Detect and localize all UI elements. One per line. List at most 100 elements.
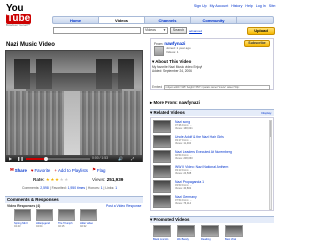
- history-link[interactable]: History: [231, 4, 242, 8]
- view-count: Views: 251,939: [92, 177, 123, 182]
- subscribe-button[interactable]: Subscribe: [244, 40, 270, 47]
- thumbnail-image: [177, 225, 195, 237]
- top-links: Sign Up My Account History Help Log In S…: [192, 4, 276, 8]
- related-videos-list: Nazi song 07:36 From: ... Views: 168,021 U…: [150, 117, 274, 211]
- thumbnail-image: [153, 135, 171, 148]
- thumb-caption: Best Viral: [225, 238, 237, 241]
- video-frame[interactable]: [6, 51, 142, 155]
- volume-icon[interactable]: 🔊: [118, 156, 123, 161]
- more-from-header[interactable]: ▸ More From: nawfynazi: [150, 100, 274, 107]
- list-item[interactable]: Nazi Leaders Executed At Nuremberg 02:54 …: [153, 150, 263, 164]
- promoted-thumb[interactable]: Reading: [201, 225, 219, 241]
- thumbnail-image: [153, 165, 171, 178]
- links-count[interactable]: 1: [115, 186, 117, 190]
- related-views: Views: 208,060: [175, 157, 193, 160]
- list-item[interactable]: Uncle Adolf & the Nazi Hair Girls 03:17 F…: [153, 135, 263, 149]
- flag-icon: ⚑: [91, 167, 96, 172]
- favorited-count: 1,950 times: [67, 186, 86, 190]
- related-videos-header[interactable]: ▾ Related Videos Display:: [150, 109, 274, 116]
- related-views: Views: 40,802: [175, 187, 192, 190]
- log-in-link[interactable]: Log In: [256, 4, 266, 8]
- progress-knob[interactable]: [44, 156, 49, 161]
- sign-up-link[interactable]: Sign Up: [194, 4, 207, 8]
- thumbnail-image: [58, 209, 75, 221]
- time-readout: 0:00 / 1:53: [92, 156, 109, 160]
- flag-button[interactable]: ⚑ Flag: [92, 167, 105, 173]
- search-button[interactable]: Search: [170, 27, 187, 34]
- related-videos-title: Related Videos: [153, 110, 185, 115]
- favorite-button[interactable]: ♥ Favorite: [31, 167, 50, 173]
- pause-icon[interactable]: ❚❚: [17, 156, 24, 161]
- comments-count[interactable]: 2,598: [40, 186, 49, 190]
- help-link[interactable]: Help: [245, 4, 252, 8]
- promoted-thumb[interactable]: Best Viral: [225, 225, 243, 241]
- related-meta: 07:54 From: ... Views: 76,114: [175, 199, 192, 205]
- youtube-logo[interactable]: YouTube Broadcast Yourself™: [6, 3, 48, 27]
- scrollbar-thumb[interactable]: [270, 121, 271, 137]
- tab-home[interactable]: Home: [53, 17, 99, 23]
- video-scene-banner: [36, 59, 52, 89]
- links-label: Links:: [105, 186, 115, 190]
- response-thumb[interactable]: Hitler video 02:32: [80, 209, 97, 228]
- search-category-select[interactable]: Videos ▼: [143, 27, 168, 34]
- response-thumb[interactable]: Spring Mk II 04:43: [14, 209, 31, 228]
- main-nav: Home Videos Channels Community: [52, 16, 274, 24]
- thumb-caption: Black Lincoln: [153, 238, 169, 241]
- related-views: Views: 168,021: [175, 127, 193, 130]
- thumbnail-image: [80, 209, 97, 221]
- list-item[interactable]: WW II Video: Nazi National Anthem 03:13 F…: [153, 165, 263, 179]
- response-thumbnails: Spring Mk II 04:43 Hitlerjugend 04:04 The …: [14, 209, 97, 228]
- search-category-value: Videos: [145, 28, 156, 32]
- fullscreen-icon[interactable]: ⤢: [131, 156, 134, 161]
- thumb-duration: 04:43: [14, 225, 21, 228]
- video-scene-banner: [96, 59, 112, 89]
- promoted-thumb[interactable]: We Barely: [177, 225, 195, 241]
- logo-tube: Tube: [6, 13, 32, 24]
- chevron-down-icon: ▼: [163, 28, 166, 32]
- logo-tagline: Broadcast Yourself™: [6, 24, 31, 27]
- tab-videos[interactable]: Videos: [99, 17, 145, 23]
- promoted-videos-header[interactable]: ▾ Promoted Videos: [150, 216, 274, 223]
- video-scene-banner: [118, 59, 134, 89]
- promoted-thumb[interactable]: Black Lincoln: [153, 225, 171, 241]
- video-description: My favorite Nazi Music video Enjoy! Adde…: [152, 65, 270, 73]
- rating-stars[interactable]: ★★★★★: [46, 177, 69, 182]
- thumb-duration: 04:04: [36, 225, 43, 228]
- display-toggle[interactable]: Display:: [261, 110, 272, 116]
- thumbnail-image: [201, 225, 219, 237]
- about-video-title: About This Video: [155, 59, 192, 64]
- comments-responses-header[interactable]: Comments & Responses: [5, 196, 143, 203]
- list-item[interactable]: Nazi Propaganda 1 03:53 From: ... Views: 4…: [153, 180, 263, 194]
- post-video-response-link[interactable]: Post a Video Response: [106, 204, 141, 208]
- flag-label: Flag: [96, 167, 106, 173]
- thumbnail-image: [153, 195, 171, 208]
- advanced-search-link[interactable]: advanced: [189, 29, 202, 33]
- related-scrollbar[interactable]: [269, 120, 272, 210]
- progress-bar[interactable]: [26, 156, 90, 161]
- upload-button[interactable]: Upload: [247, 27, 275, 35]
- share-button[interactable]: ✉ Share: [10, 167, 27, 173]
- honors-count[interactable]: 1: [101, 186, 103, 190]
- my-account-link[interactable]: My Account: [210, 4, 229, 8]
- views-value: 251,939: [106, 177, 124, 182]
- response-thumb[interactable]: Hitlerjugend 04:04: [36, 209, 53, 228]
- tab-channels[interactable]: Channels: [145, 17, 191, 23]
- thumb-caption: We Barely: [177, 238, 189, 241]
- tab-community[interactable]: Community: [191, 17, 237, 23]
- search-input[interactable]: [53, 27, 141, 34]
- related-views: Views: 76,114: [175, 202, 192, 205]
- site-link[interactable]: Site:: [269, 4, 276, 8]
- add-to-playlists-button[interactable]: + Add to Playlists: [54, 167, 88, 173]
- avatar[interactable]: [154, 46, 164, 56]
- list-item[interactable]: Nazi song 07:36 From: ... Views: 168,021: [153, 120, 263, 134]
- favorite-label: Favorite: [34, 167, 51, 173]
- list-item[interactable]: Nazi Germany 07:54 From: ... Views: 76,114: [153, 195, 263, 209]
- video-title: Nazi Music Video: [6, 42, 55, 48]
- star-icon[interactable]: ★: [64, 177, 69, 182]
- video-scene-banner: [14, 59, 30, 89]
- play-icon[interactable]: ▶: [9, 156, 12, 161]
- thumbnail-image: [153, 180, 171, 193]
- embed-code-field[interactable]: <object width="425" height="353"><param …: [164, 84, 270, 90]
- response-thumb[interactable]: The Triumph 02:15: [58, 209, 75, 228]
- thumb-caption: Reading: [201, 238, 211, 241]
